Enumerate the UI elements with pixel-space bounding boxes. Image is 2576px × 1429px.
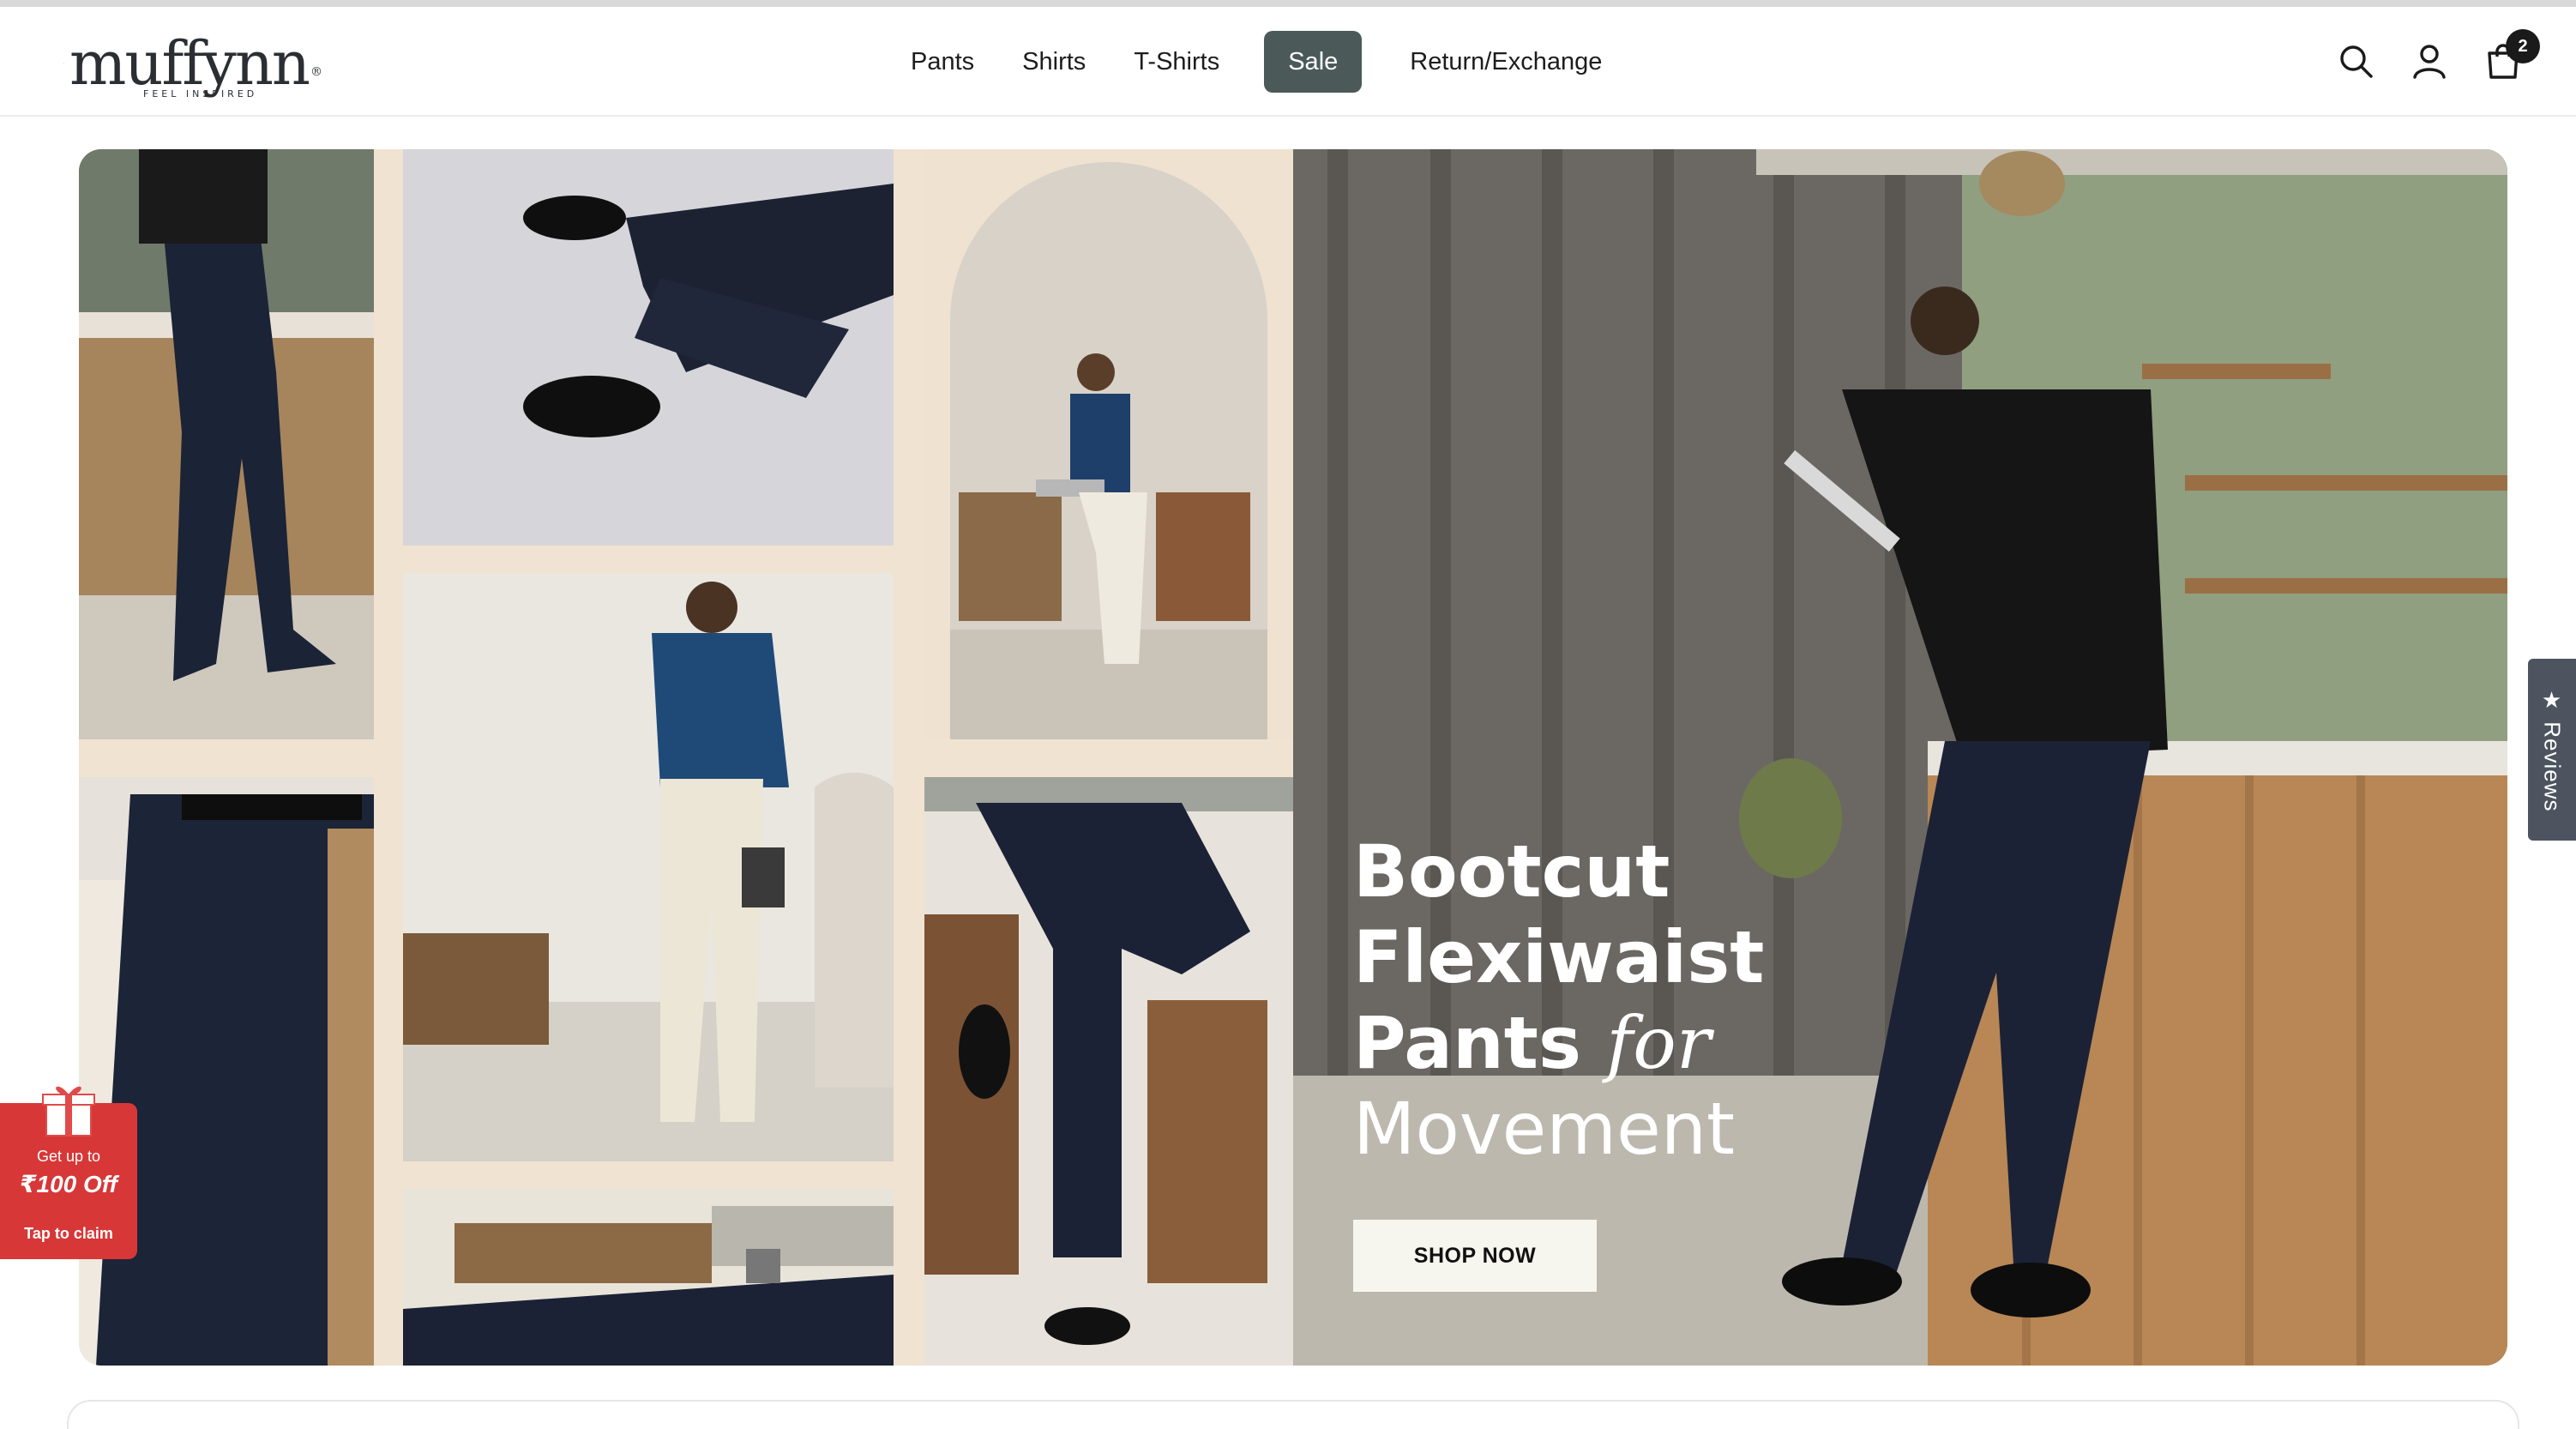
reviews-tab[interactable]: ★ Reviews (2528, 659, 2576, 841)
cart-button[interactable]: 2 (2483, 29, 2540, 81)
hero-line-3: Pants for (1353, 1001, 1712, 1085)
reviews-tab-label: ★ Reviews (2539, 687, 2566, 812)
photo-man-blue-shirt (403, 573, 894, 1161)
offer-claim-text: Tap to claim (24, 1225, 113, 1242)
hero-banner[interactable] (79, 149, 2507, 1366)
shop-now-button[interactable]: SHOP NOW (1353, 1220, 1597, 1292)
next-section-card (67, 1400, 2519, 1429)
photo-main-kitchen-model (1293, 149, 2507, 1366)
brand-tagline: Feel Inspired (143, 87, 258, 99)
brand-name: muffynn ® (69, 27, 322, 99)
offer-widget[interactable]: Get up to ₹100 Off Tap to claim (0, 1086, 137, 1259)
photo-man-crossed-legs (924, 777, 1293, 1366)
gift-icon (42, 1086, 95, 1137)
brand-logo[interactable]: muffynn ® Feel Inspired (63, 26, 322, 108)
hero-headline: Bootcut Flexiwaist Pants for Movement (1353, 829, 1764, 1172)
offer-intro: Get up to (36, 1148, 101, 1165)
nav-item-return-exchange[interactable]: Return/Exchange (1386, 31, 1626, 93)
search-icon[interactable] (2336, 41, 2375, 81)
hero-line-2: Flexiwaist (1353, 915, 1765, 999)
hero-line-1: Bootcut (1353, 829, 1670, 913)
photo-legs-jump (403, 149, 894, 546)
window-top-border (0, 0, 2576, 7)
photo-legs-kitchen (79, 149, 374, 739)
main-nav: Pants Shirts T-Shirts Sale Return/Exchan… (887, 31, 1626, 93)
offer-amount: ₹100 Off (20, 1171, 117, 1197)
photo-legs-jacket (79, 777, 374, 1366)
site-header: muffynn ® Feel Inspired Pants Shirts T-Sh… (0, 7, 2576, 117)
cart-count-badge: 2 (2506, 29, 2540, 63)
nav-item-sale[interactable]: Sale (1264, 31, 1363, 93)
user-icon[interactable] (2410, 41, 2449, 81)
hero-line-4: Movement (1353, 1087, 1735, 1171)
photo-seated-watch (403, 1189, 894, 1366)
flower-logo-icon (63, 63, 64, 64)
header-actions: 2 (2336, 29, 2540, 81)
nav-item-pants[interactable]: Pants (887, 31, 998, 93)
nav-item-t-shirts[interactable]: T-Shirts (1110, 31, 1243, 93)
photo-man-arch-laptop (924, 149, 1293, 739)
nav-item-shirts[interactable]: Shirts (998, 31, 1110, 93)
